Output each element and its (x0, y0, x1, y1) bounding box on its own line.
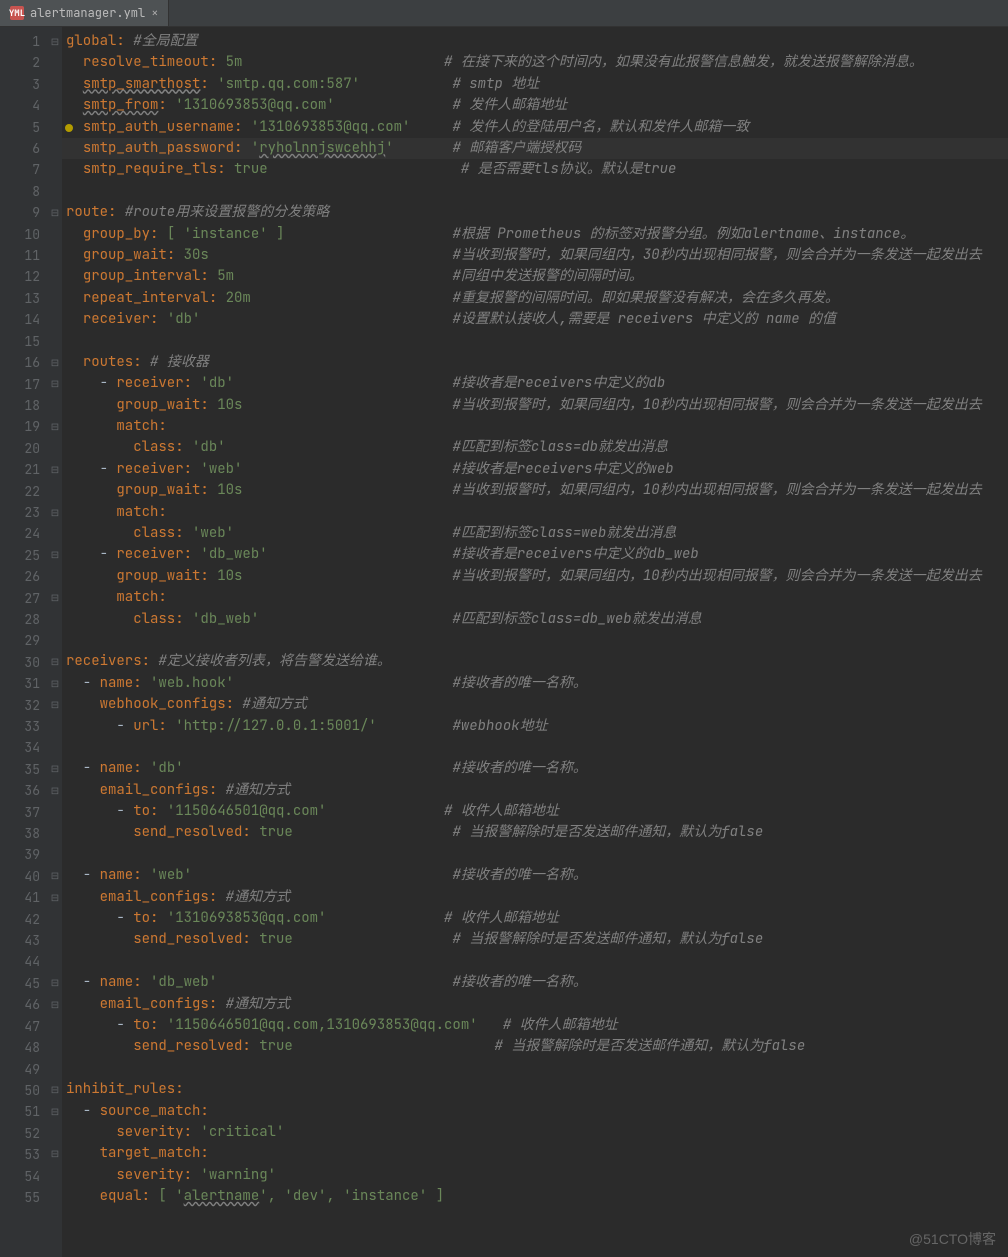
code-line[interactable]: target_match: (62, 1143, 1008, 1164)
code-line[interactable]: match: (62, 587, 1008, 608)
code-line[interactable]: group_wait: 30s #当收到报警时，如果同组内，30秒内出现相同报警… (62, 245, 1008, 266)
code-line[interactable]: email_configs: #通知方式 (62, 780, 1008, 801)
code-line[interactable]: smtp_auth_password: 'ryholnnjswcehhj' # … (62, 138, 1008, 159)
close-icon[interactable]: × (151, 5, 158, 21)
code-line[interactable]: group_wait: 10s #当收到报警时，如果同组内，10秒内出现相同报警… (62, 480, 1008, 501)
code-line[interactable]: smtp_auth_username: '1310693853@qq.com' … (62, 117, 1008, 138)
code-line[interactable]: class: 'web' #匹配到标签class=web就发出消息 (62, 523, 1008, 544)
code-line[interactable]: match: (62, 502, 1008, 523)
code-line[interactable] (62, 844, 1008, 865)
code-line[interactable]: - receiver: 'db' #接收者是receivers中定义的db (62, 373, 1008, 394)
code-line[interactable]: receivers: #定义接收者列表，将告警发送给谁。 (62, 651, 1008, 672)
code-line[interactable]: class: 'db' #匹配到标签class=db就发出消息 (62, 437, 1008, 458)
code-line[interactable]: - name: 'db' #接收者的唯一名称。 (62, 758, 1008, 779)
code-line[interactable]: - receiver: 'db_web' #接收者是receivers中定义的d… (62, 544, 1008, 565)
code-line[interactable]: smtp_from: '1310693853@qq.com' # 发件人邮箱地址 (62, 95, 1008, 116)
code-line[interactable]: group_interval: 5m #同组中发送报警的间隔时间。 (62, 266, 1008, 287)
code-line[interactable]: severity: 'critical' (62, 1122, 1008, 1143)
code-line[interactable]: send_resolved: true # 当报警解除时是否发送邮件通知，默认为… (62, 1036, 1008, 1057)
code-line[interactable]: - url: 'http://127.0.0.1:5001/' #webhook… (62, 716, 1008, 737)
code-line[interactable]: send_resolved: true # 当报警解除时是否发送邮件通知，默认为… (62, 822, 1008, 843)
tab-bar: YML alertmanager.yml × (0, 0, 1008, 27)
code-line[interactable]: email_configs: #通知方式 (62, 994, 1008, 1015)
code-area[interactable]: global: #全局配置 resolve_timeout: 5m # 在接下来… (62, 27, 1008, 1257)
code-line[interactable]: - to: '1150646501@qq.com' # 收件人邮箱地址 (62, 801, 1008, 822)
code-line[interactable]: equal: [ 'alertname', 'dev', 'instance' … (62, 1186, 1008, 1207)
fold-column: ⊟⊟⊟⊟⊟⊟⊟⊟⊟⊟⊟⊟⊟⊟⊟⊟⊟⊟⊟⊟⊟ (48, 27, 62, 1257)
code-line[interactable] (62, 630, 1008, 651)
file-tab[interactable]: YML alertmanager.yml × (0, 0, 169, 26)
watermark: @51CTO博客 (909, 1229, 996, 1249)
code-line[interactable] (62, 181, 1008, 202)
code-line[interactable]: routes: # 接收器 (62, 352, 1008, 373)
code-line[interactable]: severity: 'warning' (62, 1165, 1008, 1186)
yaml-file-icon: YML (10, 6, 24, 20)
code-line[interactable]: - name: 'db_web' #接收者的唯一名称。 (62, 972, 1008, 993)
code-line[interactable] (62, 737, 1008, 758)
code-line[interactable]: - receiver: 'web' #接收者是receivers中定义的web (62, 459, 1008, 480)
code-line[interactable]: - source_match: (62, 1101, 1008, 1122)
tab-filename: alertmanager.yml (30, 5, 145, 21)
code-line[interactable]: group_by: [ 'instance' ] #根据 Prometheus … (62, 224, 1008, 245)
code-line[interactable]: group_wait: 10s #当收到报警时，如果同组内，10秒内出现相同报警… (62, 566, 1008, 587)
code-line[interactable] (62, 951, 1008, 972)
code-line[interactable]: inhibit_rules: (62, 1079, 1008, 1100)
code-line[interactable]: match: (62, 416, 1008, 437)
code-line[interactable]: repeat_interval: 20m #重复报警的间隔时间。即如果报警没有解… (62, 288, 1008, 309)
code-line[interactable]: receiver: 'db' #设置默认接收人,需要是 receivers 中定… (62, 309, 1008, 330)
code-line[interactable] (62, 1058, 1008, 1079)
code-line[interactable]: route: #route用来设置报警的分发策略 (62, 202, 1008, 223)
code-line[interactable]: webhook_configs: #通知方式 (62, 694, 1008, 715)
code-line[interactable]: - to: '1150646501@qq.com,1310693853@qq.c… (62, 1015, 1008, 1036)
editor: 1234567891011121314151617181920212223242… (0, 27, 1008, 1257)
code-line[interactable]: group_wait: 10s #当收到报警时，如果同组内，10秒内出现相同报警… (62, 395, 1008, 416)
code-line[interactable] (62, 330, 1008, 351)
code-line[interactable]: smtp_require_tls: true # 是否需要tls协议。默认是tr… (62, 159, 1008, 180)
code-line[interactable]: send_resolved: true # 当报警解除时是否发送邮件通知，默认为… (62, 929, 1008, 950)
code-line[interactable]: resolve_timeout: 5m # 在接下来的这个时间内，如果没有此报警… (62, 52, 1008, 73)
code-line[interactable]: class: 'db_web' #匹配到标签class=db_web就发出消息 (62, 609, 1008, 630)
code-line[interactable]: - name: 'web.hook' #接收者的唯一名称。 (62, 673, 1008, 694)
line-number-gutter: 1234567891011121314151617181920212223242… (0, 27, 48, 1257)
code-line[interactable]: - name: 'web' #接收者的唯一名称。 (62, 865, 1008, 886)
code-line[interactable]: - to: '1310693853@qq.com' # 收件人邮箱地址 (62, 908, 1008, 929)
code-line[interactable]: email_configs: #通知方式 (62, 887, 1008, 908)
code-line[interactable]: smtp_smarthost: 'smtp.qq.com:587' # smtp… (62, 74, 1008, 95)
code-line[interactable]: global: #全局配置 (62, 31, 1008, 52)
